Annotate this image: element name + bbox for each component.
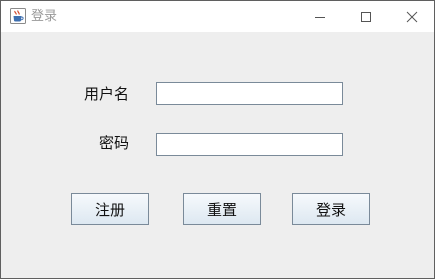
title-bar[interactable]: 登录 [1,1,434,32]
reset-button[interactable]: 重置 [183,193,261,225]
login-window: 登录 用户名 密码 注册 重置 登录 [0,0,435,279]
register-button[interactable]: 注册 [71,193,149,225]
login-form: 用户名 密码 注册 重置 登录 [1,32,434,278]
minimize-button[interactable] [297,1,343,32]
maximize-button[interactable] [343,1,389,32]
close-button[interactable] [389,1,435,32]
window-title: 登录 [31,9,58,24]
java-coffee-cup-icon [10,8,26,24]
username-input[interactable] [156,82,343,105]
password-input[interactable] [156,133,343,156]
maximize-icon [360,11,372,23]
username-label: 用户名 [83,85,129,103]
minimize-icon [314,11,326,23]
login-button[interactable]: 登录 [292,193,370,225]
password-label: 密码 [98,134,129,152]
close-icon [406,11,418,23]
